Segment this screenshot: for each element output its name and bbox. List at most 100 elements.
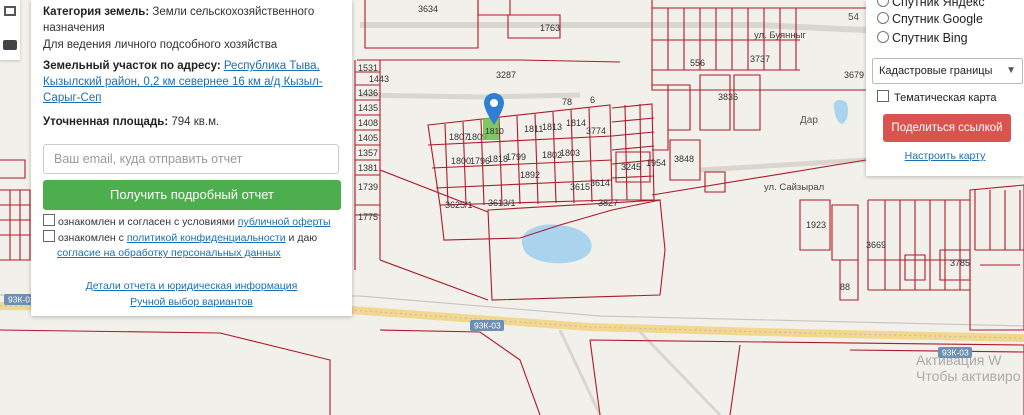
parcel-label: 556 <box>690 58 705 68</box>
parcel-label: 6 <box>590 95 595 105</box>
layer-option-google[interactable]: Спутник Google <box>877 11 983 27</box>
street-label: Дар <box>800 115 818 126</box>
parcel-label: 88 <box>840 282 850 292</box>
parcel-label: 3737 <box>750 54 770 64</box>
radio-icon <box>877 31 889 43</box>
parcel-label: 1436 <box>358 88 378 98</box>
address-label: Земельный участок по адресу: <box>43 60 221 72</box>
parcel-label: 1800 <box>451 156 471 166</box>
get-report-button[interactable]: Получить подробный отчет <box>43 180 341 210</box>
email-field[interactable]: Ваш email, куда отправить отчет <box>43 144 339 174</box>
thematic-map-toggle[interactable]: Тематическая карта <box>877 90 996 105</box>
parcel-label: 3614 <box>590 178 610 188</box>
land-category-value: Земли сельскохозяйственного <box>152 6 315 18</box>
parcel-label: 3287 <box>496 70 516 80</box>
layer-select-value: Кадастровые границы <box>879 65 993 77</box>
parcel-label: 3669 <box>866 240 886 250</box>
parcel-label: 1408 <box>358 118 378 128</box>
area-value: 794 кв.м. <box>171 116 220 128</box>
parcel-label: 3785 <box>950 258 970 268</box>
parcel-label: 3625/1 <box>445 200 473 210</box>
manual-selection-link[interactable]: Ручной выбор вариантов <box>130 296 253 308</box>
parcel-label: 3836 <box>718 92 738 102</box>
parcel-label: 3245 <box>621 162 641 172</box>
offer-checkbox[interactable] <box>43 214 55 226</box>
street-label: ул. Сайзырал <box>764 182 824 193</box>
thematic-label: Тематическая карта <box>894 92 997 104</box>
map-icon[interactable] <box>4 6 16 16</box>
layers-panel: 54 Спутник Яндекс Спутник Google Спутник… <box>848 0 1024 176</box>
layer-select[interactable]: Кадастровые границы ▼ <box>872 58 1023 84</box>
offer-consent: ознакомлен и согласен с условиями публич… <box>43 214 331 230</box>
parcel-label: 1739 <box>358 182 378 192</box>
parcel-label: 1435 <box>358 103 378 113</box>
parcel-label: 1763 <box>540 23 560 33</box>
watermark-line-1: Активация W <box>916 352 1002 368</box>
parcel-label: 1531 <box>358 63 378 73</box>
street-label: ул. Буянныг <box>754 30 806 41</box>
privacy-policy-link[interactable]: политикой конфиденциальности <box>127 232 286 244</box>
parcel-label: 1814 <box>566 118 586 128</box>
parcel-label: 3679 <box>844 70 864 80</box>
personal-data-consent-link[interactable]: согласие на обработку персональных данны… <box>57 247 281 259</box>
public-offer-link[interactable]: публичной оферты <box>238 216 331 228</box>
radio-icon <box>877 0 889 7</box>
thematic-checkbox[interactable] <box>877 90 889 102</box>
map-toolbar <box>0 0 20 60</box>
parcel-label: 3613/1 <box>488 198 516 208</box>
privacy-consent: ознакомлен с политикой конфиденциальност… <box>43 230 343 261</box>
parcel-label: 1381 <box>358 163 378 173</box>
layer-option-bing[interactable]: Спутник Bing <box>877 30 968 46</box>
offer-consent-text: ознакомлен и согласен с условиями <box>58 216 235 228</box>
parcel-label: 1923 <box>806 220 826 230</box>
privacy-consent-text: ознакомлен с <box>58 232 124 244</box>
address-link[interactable]: Республика Тыва, <box>224 60 320 72</box>
land-category-label: Категория земель: <box>43 6 150 18</box>
address-link-cont2[interactable]: Сарыг-Сеп <box>43 92 101 104</box>
location-pin-icon[interactable] <box>482 92 506 126</box>
parcel-label: 1813 <box>542 122 562 132</box>
area-block: Уточненная площадь: 794 кв.м. <box>43 114 342 130</box>
parcel-label: 3634 <box>418 4 438 14</box>
parcel-label: 1443 <box>369 74 389 84</box>
privacy-consent-text-2: и даю <box>288 232 318 244</box>
parcel-label: 3848 <box>674 154 694 164</box>
watermark-line-2: Чтобы активиро <box>916 368 1021 384</box>
parcel-label: 1775 <box>358 212 378 222</box>
parcel-label: 3827 <box>598 198 618 208</box>
address-block: Земельный участок по адресу: Республика … <box>43 58 342 106</box>
area-label: Уточненная площадь: <box>43 116 169 128</box>
manual-row: Ручной выбор вариантов <box>31 296 352 308</box>
parcel-info-panel: Категория земель: Земли сельскохозяйстве… <box>31 0 352 316</box>
parcel-label: 3774 <box>586 126 606 136</box>
road-number-label: 93К-03 <box>474 321 501 331</box>
land-usage: Для ведения личного подсобного хозяйства <box>43 39 278 51</box>
details-row: Детали отчета и юридическая информация <box>31 280 352 292</box>
parcel-label: 1357 <box>358 148 378 158</box>
layer-option-label: Спутник Bing <box>892 31 968 45</box>
layer-option-yandex[interactable]: Спутник Яндекс <box>877 0 985 10</box>
activation-watermark: Активация W Чтобы активиро <box>916 352 1020 384</box>
corner-digit: 54 <box>848 12 860 23</box>
parcel-label: 1405 <box>358 133 378 143</box>
parcel-label: 1811 <box>524 124 543 134</box>
details-link[interactable]: Детали отчета и юридическая информация <box>86 280 298 292</box>
parcel-label: 1803 <box>560 148 580 158</box>
radio-icon <box>877 12 889 24</box>
parcel-label: 78 <box>562 97 572 107</box>
land-category-value-cont: назначения <box>43 22 105 34</box>
configure-map-link[interactable]: Настроить карту <box>866 150 1024 162</box>
land-category: Категория земель: Земли сельскохозяйстве… <box>43 4 342 36</box>
address-link-cont[interactable]: Кызылский район, 0,2 км севернее 16 км а… <box>43 76 323 88</box>
layer-option-label: Спутник Яндекс <box>892 0 985 9</box>
chevron-down-icon: ▼ <box>1006 65 1016 76</box>
layer-option-label: Спутник Google <box>892 12 983 26</box>
share-link-button[interactable]: Поделиться ссылкой <box>883 114 1011 142</box>
privacy-checkbox[interactable] <box>43 230 55 242</box>
parcel-label: 1799 <box>506 152 526 162</box>
parcel-label: 1954 <box>646 158 666 168</box>
parcel-label: 1892 <box>520 170 540 180</box>
print-icon[interactable] <box>3 40 17 50</box>
parcel-label: 3615 <box>570 182 590 192</box>
selected-parcel-label: 1810 <box>485 126 504 136</box>
